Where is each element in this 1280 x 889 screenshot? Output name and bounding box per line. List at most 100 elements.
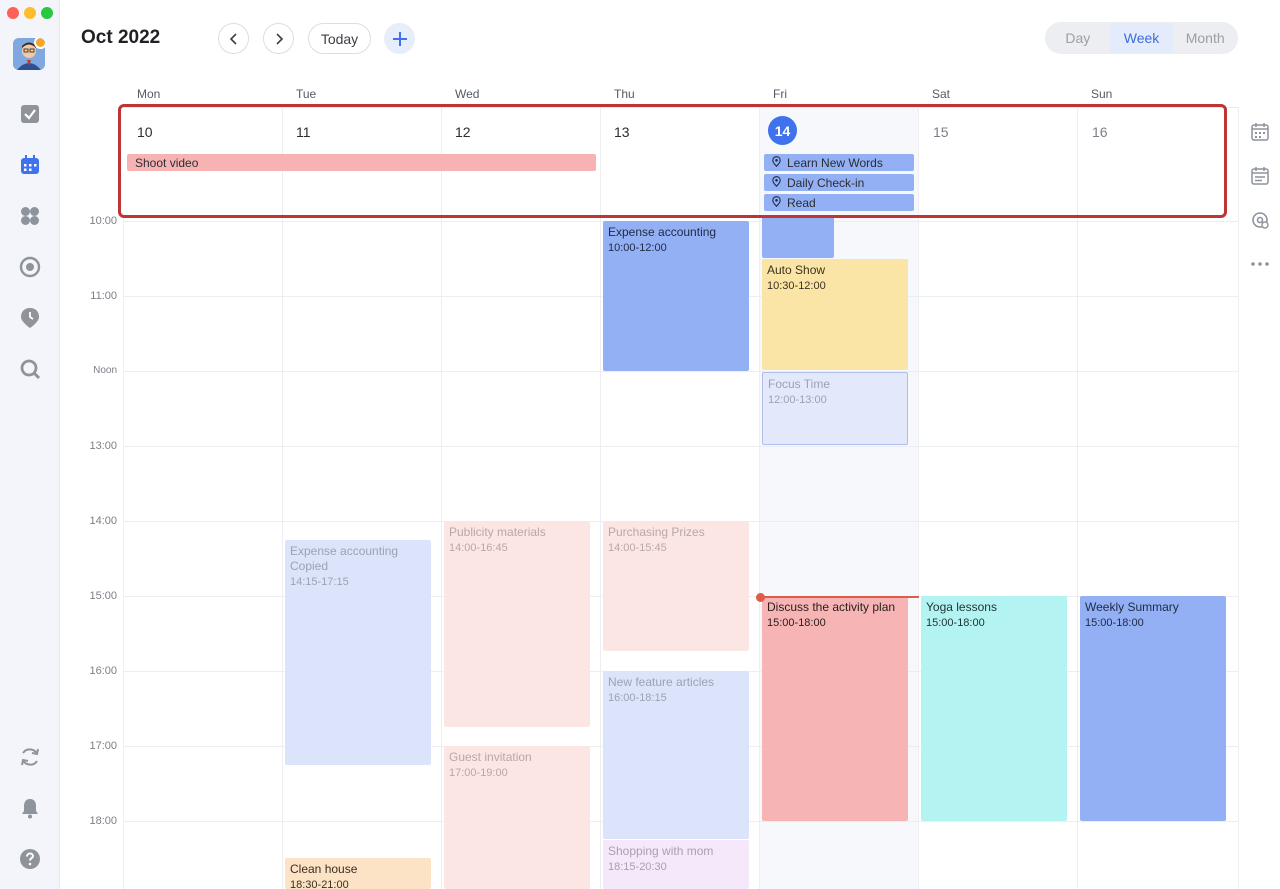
minimize-window-button[interactable] xyxy=(24,7,36,19)
day-name: Mon xyxy=(137,87,161,101)
event-time: 18:30-21:00 xyxy=(290,879,349,889)
previous-week-button[interactable] xyxy=(218,23,249,54)
event-publicity-materials[interactable]: Publicity materials 14:00-16:45 xyxy=(444,521,590,727)
current-time-line xyxy=(760,596,919,598)
time-grid: 10:00 11:00 Noon 13:00 14:00 15:00 16:00… xyxy=(60,215,1240,889)
pin-clock-icon[interactable] xyxy=(18,306,42,330)
left-sidebar xyxy=(0,0,60,889)
apps-icon[interactable] xyxy=(18,204,42,228)
event-title: Expense accounting xyxy=(608,225,717,239)
time-label: 13:00 xyxy=(89,440,117,452)
time-label: 15:00 xyxy=(89,590,117,602)
time-label: 14:00 xyxy=(89,515,117,527)
event-title: Yoga lessons xyxy=(926,600,997,614)
event-time: 15:00-18:00 xyxy=(767,617,826,629)
time-label: 17:00 xyxy=(89,740,117,752)
column-divider xyxy=(759,215,760,889)
month-title: Oct 2022 xyxy=(81,27,161,48)
event-block[interactable] xyxy=(762,215,834,258)
event-time: 15:00-18:00 xyxy=(926,617,985,629)
view-day-tab[interactable]: Day xyxy=(1046,23,1110,53)
event-time: 17:00-19:00 xyxy=(449,767,508,779)
day-name: Sat xyxy=(932,87,951,101)
event-discuss-the-activity-plan[interactable]: Discuss the activity plan 15:00-18:00 xyxy=(762,596,908,821)
tasks-icon[interactable] xyxy=(18,102,42,126)
event-clean-house[interactable]: Clean house 18:30-21:00 xyxy=(285,858,431,889)
column-divider xyxy=(282,215,283,889)
event-time: 18:15-20:30 xyxy=(608,861,667,873)
column-divider xyxy=(1077,215,1078,889)
calendar-app: Oct 2022 Today Day Week Month Mon Tue We… xyxy=(0,0,1280,889)
bell-icon[interactable] xyxy=(18,796,42,820)
event-title: Guest invitation xyxy=(449,750,532,764)
help-icon[interactable] xyxy=(18,847,42,871)
add-event-button[interactable] xyxy=(384,23,415,54)
zoom-window-button[interactable] xyxy=(41,7,53,19)
view-switcher: Day Week Month xyxy=(1045,22,1238,54)
all-day-highlight-outline xyxy=(118,104,1227,218)
event-time: 16:00-18:15 xyxy=(608,692,667,704)
event-title: Focus Time xyxy=(768,377,831,391)
event-expense-accounting-copied[interactable]: Expense accounting Copied 14:15-17:15 xyxy=(285,540,431,765)
calendar-header: Oct 2022 Today Day Week Month xyxy=(60,0,1280,78)
event-title: Weekly Summary xyxy=(1085,600,1179,614)
event-time: 10:00-12:00 xyxy=(608,242,667,254)
view-week-tab[interactable]: Week xyxy=(1109,23,1174,53)
event-time: 10:30-12:00 xyxy=(767,280,826,292)
more-icon[interactable] xyxy=(1249,253,1271,275)
column-divider xyxy=(600,215,601,889)
today-button[interactable]: Today xyxy=(308,23,371,54)
event-guest-invitation[interactable]: Guest invitation 17:00-19:00 xyxy=(444,746,590,889)
event-weekly-summary[interactable]: Weekly Summary 15:00-18:00 xyxy=(1080,596,1226,821)
event-expense-accounting[interactable]: Expense accounting 10:00-12:00 xyxy=(603,221,749,371)
calendar-grid-icon[interactable] xyxy=(1249,121,1271,143)
close-window-button[interactable] xyxy=(7,7,19,19)
event-auto-show[interactable]: Auto Show 10:30-12:00 xyxy=(762,259,908,370)
event-title: Purchasing Prizes xyxy=(608,525,705,539)
time-label: 18:00 xyxy=(89,815,117,827)
column-divider xyxy=(918,215,919,889)
day-name: Sun xyxy=(1091,87,1113,101)
event-time: 14:00-16:45 xyxy=(449,542,508,554)
event-title: Auto Show xyxy=(767,263,826,277)
event-new-feature-articles[interactable]: New feature articles 16:00-18:15 xyxy=(603,671,749,839)
event-focus-time[interactable]: Focus Time 12:00-13:00 xyxy=(762,372,908,445)
column-divider xyxy=(441,215,442,889)
view-month-tab[interactable]: Month xyxy=(1173,23,1237,53)
event-title: Publicity materials xyxy=(449,525,546,539)
avatar[interactable] xyxy=(13,38,45,70)
right-rail xyxy=(1238,107,1280,889)
event-purchasing-prizes[interactable]: Purchasing Prizes 14:00-15:45 xyxy=(603,521,749,651)
time-label: 10:00 xyxy=(89,215,117,227)
settings-cog-icon[interactable] xyxy=(1249,209,1271,231)
hour-line xyxy=(123,446,1238,447)
column-divider xyxy=(123,215,124,889)
time-label: 16:00 xyxy=(89,665,117,677)
event-shopping-with-mom[interactable]: Shopping with mom 18:15-20:30 xyxy=(603,840,749,889)
event-title: New feature articles xyxy=(608,675,715,689)
day-name: Fri xyxy=(773,87,787,101)
event-time: 14:00-15:45 xyxy=(608,542,667,554)
chevron-right-icon xyxy=(275,32,283,45)
event-time: 15:00-18:00 xyxy=(1085,617,1144,629)
event-time: 12:00-13:00 xyxy=(768,394,827,406)
time-label: 11:00 xyxy=(90,290,117,302)
plus-icon xyxy=(392,31,407,46)
event-time: 14:15-17:15 xyxy=(290,576,349,588)
sync-icon[interactable] xyxy=(18,745,42,769)
calendar-list-icon[interactable] xyxy=(1249,165,1271,187)
focus-icon[interactable] xyxy=(18,255,42,279)
calendar-icon[interactable] xyxy=(18,153,42,177)
event-yoga-lessons[interactable]: Yoga lessons 15:00-18:00 xyxy=(921,596,1067,821)
chevron-left-icon xyxy=(229,32,237,45)
event-title: Clean house xyxy=(290,862,358,876)
day-name: Tue xyxy=(296,87,317,101)
event-title: Discuss the activity plan xyxy=(767,600,896,614)
next-week-button[interactable] xyxy=(263,23,294,54)
search-icon[interactable] xyxy=(18,357,42,381)
premium-badge-icon xyxy=(34,38,45,49)
day-name: Wed xyxy=(455,87,480,101)
hour-line xyxy=(123,371,1238,372)
event-title: Expense accounting Copied xyxy=(290,544,399,573)
event-title: Shopping with mom xyxy=(608,844,714,858)
